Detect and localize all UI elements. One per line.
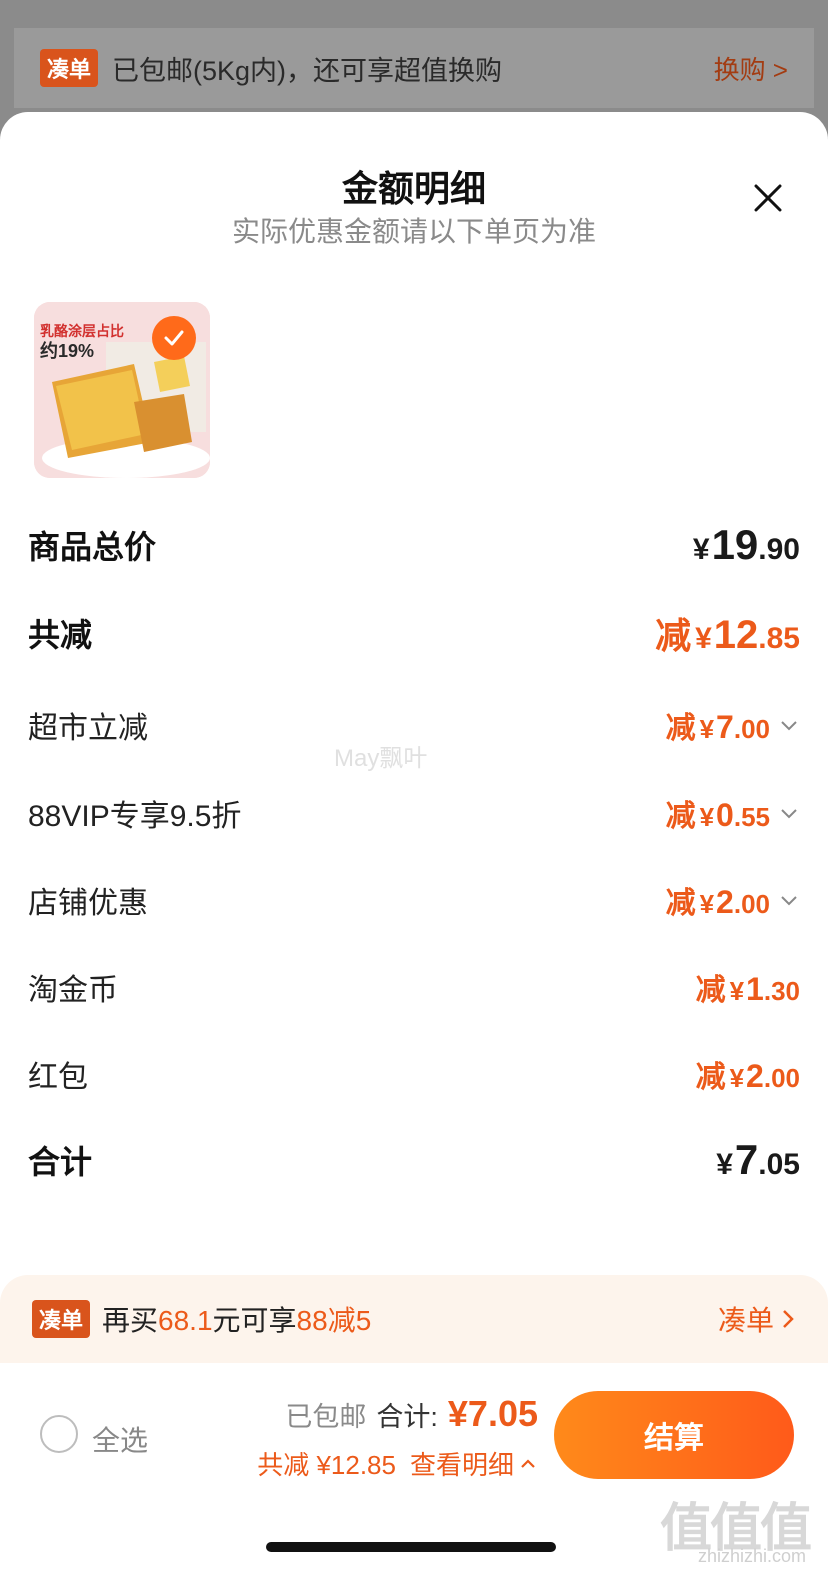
- saved-amount: 共减 ¥12.85: [257, 1450, 396, 1480]
- chevron-down-icon[interactable]: [778, 714, 800, 736]
- exchange-link[interactable]: 换购 >: [714, 50, 788, 87]
- price-row-amount: ¥7.05: [716, 1136, 800, 1183]
- coudan-tag: 凑单: [40, 49, 99, 87]
- home-indicator[interactable]: [266, 1542, 556, 1552]
- thumb-label: 乳酪涂层占比 约19%: [40, 323, 124, 362]
- price-row-amount: 减 ¥7.00: [666, 703, 800, 747]
- price-row-amount: 减 ¥1.30: [695, 971, 800, 1007]
- price-row-amount: 减 ¥2.00: [695, 1058, 800, 1094]
- top-promo-banner[interactable]: 凑单 已包邮(5Kg内)，还可享超值换购 换购 >: [14, 28, 814, 108]
- price-row-amount: 减 ¥0.55: [666, 791, 800, 835]
- coudan-promo-bar[interactable]: 凑单 再买68.1元可享88减5 凑单: [0, 1275, 828, 1363]
- price-row-amount: 减 ¥12.85: [655, 613, 800, 657]
- promo-text: 再买68.1元可享88减5: [102, 1305, 372, 1336]
- promo-tag: 凑单: [32, 1300, 91, 1338]
- total-label: 合计:: [376, 1402, 438, 1432]
- price-row-label: 商品总价: [28, 529, 157, 565]
- view-details-link[interactable]: 查看明细: [410, 1445, 538, 1482]
- price-row-label: 超市立减: [28, 712, 148, 745]
- price-row-label: 合计: [28, 1144, 93, 1180]
- price-row-amount: 减 ¥2.00: [666, 878, 800, 922]
- price-row: 合计 ¥7.05: [28, 1130, 800, 1190]
- sheet-subtitle: 实际优惠金额请以下单页为准: [231, 216, 596, 247]
- chevron-down-icon[interactable]: [778, 802, 800, 824]
- price-row: 商品总价 ¥19.90: [28, 515, 800, 575]
- product-thumbnail[interactable]: 乳酪涂层占比 约19%: [34, 302, 210, 478]
- totals-summary: 已包邮 合计: ¥7.05 共减 ¥12.85 查看明细: [257, 1393, 538, 1482]
- selected-check-icon: [152, 316, 196, 360]
- free-shipping-label: 已包邮: [285, 1402, 367, 1432]
- price-row[interactable]: 88VIP专享9.5折 减 ¥0.55: [28, 783, 800, 843]
- price-row-label: 红包: [28, 1061, 88, 1094]
- price-row-label: 淘金币: [28, 974, 118, 1007]
- chevron-up-icon: [521, 1458, 535, 1468]
- select-all-label[interactable]: 全选: [92, 1419, 148, 1459]
- checkout-button[interactable]: 结算: [554, 1391, 794, 1479]
- price-row: 共减 减 ¥12.85: [28, 603, 800, 663]
- coudan-link[interactable]: 凑单: [718, 1299, 796, 1339]
- sheet-title: 金额明细: [341, 168, 486, 209]
- close-icon: [754, 184, 782, 212]
- price-row-label: 88VIP专享9.5折: [28, 800, 242, 833]
- price-row: 淘金币 减 ¥1.30: [28, 957, 800, 1017]
- chevron-right-icon: [783, 1310, 794, 1328]
- site-url: zhizhizhi.com: [697, 1546, 806, 1566]
- price-row-amount: ¥19.90: [692, 521, 800, 568]
- chevron-down-icon[interactable]: [778, 889, 800, 911]
- close-button[interactable]: [748, 178, 788, 218]
- total-price: ¥7.05: [447, 1393, 538, 1434]
- select-all-radio[interactable]: [40, 1415, 78, 1453]
- price-row-label: 共减: [28, 617, 93, 653]
- watermark: May飘叶: [334, 745, 428, 772]
- price-row[interactable]: 店铺优惠 减 ¥2.00: [28, 870, 800, 930]
- price-row: 红包 减 ¥2.00: [28, 1044, 800, 1104]
- top-banner-text: 已包邮(5Kg内)，还可享超值换购: [112, 55, 503, 86]
- price-row-label: 店铺优惠: [28, 887, 148, 920]
